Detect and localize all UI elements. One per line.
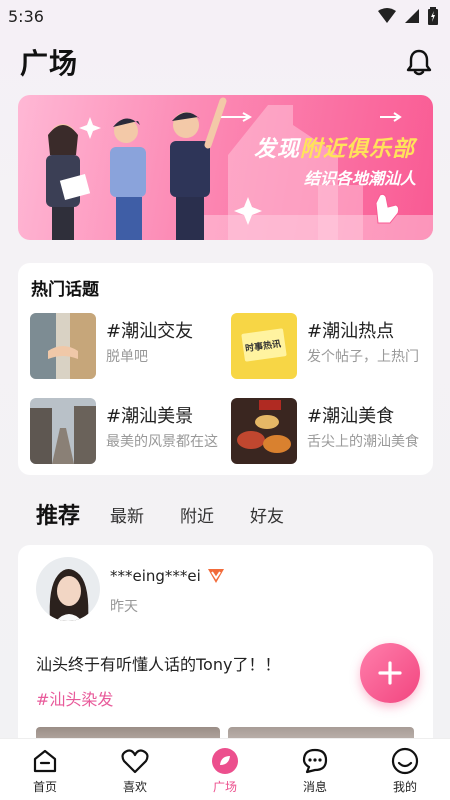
tab-friends[interactable]: 好友 [250,502,284,527]
topic-name: #潮汕美景 [106,406,194,427]
tab-nearby[interactable]: 附近 [180,502,214,527]
profile-icon [391,747,419,775]
message-icon [302,748,328,774]
banner-subtitle: 结识各地潮汕人 [304,169,417,188]
topic-desc: 发个帖子，上热门 [307,349,419,365]
topic-item[interactable]: 时事热讯 #潮汕热点 发个帖子，上热门 [231,313,426,379]
post-tag[interactable]: #汕头染发 [36,686,113,710]
topic-desc: 脱单吧 [106,349,148,365]
tab-recommend[interactable]: 推荐 [36,498,80,530]
nav-like[interactable]: 喜欢 [90,739,180,800]
avatar[interactable] [36,557,100,621]
wifi-icon [378,8,396,23]
nav-label: 喜欢 [122,780,147,794]
post-text: 汕头终于有听懂人话的Tony了！！ [36,655,281,674]
heart-icon [121,749,149,774]
topic-desc: 最美的风景都在这 [106,434,218,450]
feed-tabs: 推荐 最新 附近 好友 [36,496,320,532]
topic-name: #潮汕美食 [307,406,395,427]
topic-thumbnail: 时事热讯 [231,313,297,379]
post-time: 昨天 [110,599,138,615]
nav-home[interactable]: 首页 [0,739,90,800]
banner-title-part1: 发现 [254,137,301,162]
battery-icon [428,7,438,25]
vip-badge-icon [208,569,224,583]
banner-title-highlight: 附近俱乐部 [300,137,416,162]
create-post-button[interactable] [360,643,420,703]
topic-thumbnail [30,313,96,379]
topic-item[interactable]: #潮汕美食 舌尖上的潮汕美食 [231,398,426,464]
nav-square[interactable]: 广场 [180,739,270,800]
home-icon [33,749,57,773]
square-icon [212,748,238,774]
topic-item[interactable]: #潮汕交友 脱单吧 [30,313,225,379]
signal-icon [405,9,419,23]
tab-latest[interactable]: 最新 [110,502,144,527]
notification-button[interactable] [404,47,434,77]
banner[interactable]: 发现附近俱乐部 结识各地潮汕人 [18,95,433,240]
topic-thumbnail [30,398,96,464]
status-bar: 5:36 [0,0,450,32]
page-title: 广场 [20,47,79,80]
hot-topics-title: 热门话题 [31,280,99,300]
plus-icon [378,661,402,685]
topic-thumbnail [231,398,297,464]
topic-item[interactable]: #潮汕美景 最美的风景都在这 [30,398,225,464]
status-icons [378,7,438,25]
nav-label: 消息 [302,780,327,794]
hot-topics-card: 热门话题 #潮汕交友 脱单吧 时事热讯 #潮汕热点 发个帖子，上热门 #潮汕美景… [18,263,433,475]
username[interactable]: ***eing***ei [110,567,201,585]
bottom-nav: 首页 喜欢 广场 消息 我的 [0,738,450,800]
header: 广场 [0,32,450,92]
bell-icon [406,49,432,76]
nav-label: 首页 [32,780,57,794]
nav-message[interactable]: 消息 [270,739,360,800]
topic-name: #潮汕交友 [106,321,194,342]
status-time: 5:36 [8,6,44,26]
banner-title: 发现附近俱乐部 [254,131,415,163]
nav-label: 广场 [212,780,237,794]
nav-label: 我的 [392,780,417,794]
topic-desc: 舌尖上的潮汕美食 [307,434,419,450]
topic-name: #潮汕热点 [307,321,395,342]
nav-profile[interactable]: 我的 [360,739,450,800]
